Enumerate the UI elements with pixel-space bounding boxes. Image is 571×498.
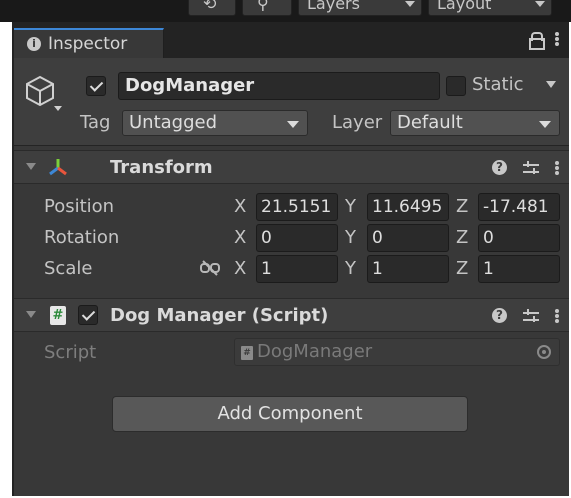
tag-label: Tag	[80, 112, 111, 133]
rotation-z-field[interactable]: 0	[478, 224, 560, 252]
scale-x-field[interactable]: 1	[256, 255, 338, 283]
chevron-down-icon	[287, 121, 299, 128]
tag-dropdown[interactable]: Untagged	[122, 110, 308, 136]
layers-label: Layers	[307, 0, 360, 13]
active-checkbox[interactable]	[86, 76, 106, 96]
script-component-tools: ?	[492, 308, 559, 323]
inspector-window: i Inspector DogManager Static Tag Untagg…	[12, 22, 569, 496]
layer-dropdown[interactable]: Default	[390, 110, 560, 136]
foldout-arrow-icon[interactable]	[26, 163, 36, 170]
rotation-y-axis[interactable]: Y	[345, 227, 356, 248]
chevron-down-icon	[539, 121, 551, 128]
position-z-field[interactable]: -17.481	[478, 193, 560, 221]
info-icon: i	[27, 37, 41, 51]
script-object-field: # DogManager	[234, 338, 560, 366]
static-dropdown-icon[interactable]	[546, 81, 556, 88]
scale-y-axis[interactable]: Y	[345, 258, 356, 279]
object-picker-icon[interactable]	[537, 345, 551, 359]
position-y-axis[interactable]: Y	[345, 196, 356, 217]
more-options-icon[interactable]	[555, 308, 559, 323]
script-label: Script	[44, 342, 97, 363]
game-object-header: DogManager Static Tag Untagged Layer Def…	[14, 58, 569, 146]
scale-z-axis[interactable]: Z	[456, 258, 468, 279]
tab-inspector[interactable]: i Inspector	[14, 28, 164, 58]
rotation-x-field[interactable]: 0	[256, 224, 338, 252]
layer-value: Default	[397, 112, 463, 133]
script-enabled-checkbox[interactable]	[78, 305, 98, 325]
rotation-z-axis[interactable]: Z	[456, 227, 468, 248]
search-button[interactable]: ⚲	[242, 0, 292, 16]
scale-label: Scale	[44, 258, 93, 279]
add-component-button[interactable]: Add Component	[112, 396, 468, 432]
rotation-y-field[interactable]: 0	[367, 224, 449, 252]
history-icon: ⟲	[203, 0, 217, 13]
transform-icon	[49, 159, 67, 176]
static-checkbox[interactable]	[446, 76, 466, 96]
scale-x-axis[interactable]: X	[234, 258, 246, 279]
editor-toolbar: ⟲ ⚲ Layers Layout	[0, 0, 571, 22]
layer-label: Layer	[332, 112, 383, 133]
position-x-field[interactable]: 21.5151	[256, 193, 338, 221]
foldout-arrow-icon[interactable]	[26, 311, 36, 318]
script-value: DogManager	[257, 341, 373, 362]
chevron-down-icon	[535, 1, 545, 7]
layout-dropdown[interactable]: Layout	[428, 0, 552, 16]
help-icon[interactable]: ?	[492, 160, 507, 175]
script-component-title: Dog Manager (Script)	[110, 305, 329, 326]
position-y-field[interactable]: 11.6495	[367, 193, 449, 221]
script-component-header[interactable]: # Dog Manager (Script) ?	[14, 298, 569, 332]
history-button[interactable]: ⟲	[188, 0, 236, 16]
presets-icon[interactable]	[523, 308, 539, 323]
lock-icon[interactable]	[529, 32, 545, 50]
position-x-axis[interactable]: X	[234, 196, 246, 217]
game-object-icon[interactable]	[24, 74, 64, 118]
script-file-icon: #	[50, 306, 66, 325]
transform-tools: ?	[492, 160, 559, 175]
layers-dropdown[interactable]: Layers	[298, 0, 422, 16]
static-label: Static	[472, 74, 524, 95]
layout-label: Layout	[437, 0, 492, 13]
scale-y-field[interactable]: 1	[367, 255, 449, 283]
tab-label: Inspector	[48, 34, 128, 54]
help-icon[interactable]: ?	[492, 308, 507, 323]
search-icon: ⚲	[257, 0, 269, 13]
tag-value: Untagged	[129, 112, 218, 133]
transform-header[interactable]: Transform ?	[14, 150, 569, 184]
more-options-icon[interactable]	[555, 160, 559, 175]
script-asset-icon: #	[241, 346, 253, 360]
object-name-input[interactable]: DogManager	[118, 72, 440, 100]
tab-tools	[529, 32, 559, 50]
tab-bar: i Inspector	[14, 22, 569, 58]
presets-icon[interactable]	[523, 160, 539, 175]
rotation-label: Rotation	[44, 227, 120, 248]
position-label: Position	[44, 196, 115, 217]
chevron-down-icon	[405, 1, 415, 7]
position-z-axis[interactable]: Z	[456, 196, 468, 217]
rotation-x-axis[interactable]: X	[234, 227, 246, 248]
constrain-proportions-icon[interactable]	[200, 260, 220, 276]
scale-z-field[interactable]: 1	[478, 255, 560, 283]
more-options-icon[interactable]	[555, 32, 559, 46]
transform-title: Transform	[110, 157, 213, 178]
